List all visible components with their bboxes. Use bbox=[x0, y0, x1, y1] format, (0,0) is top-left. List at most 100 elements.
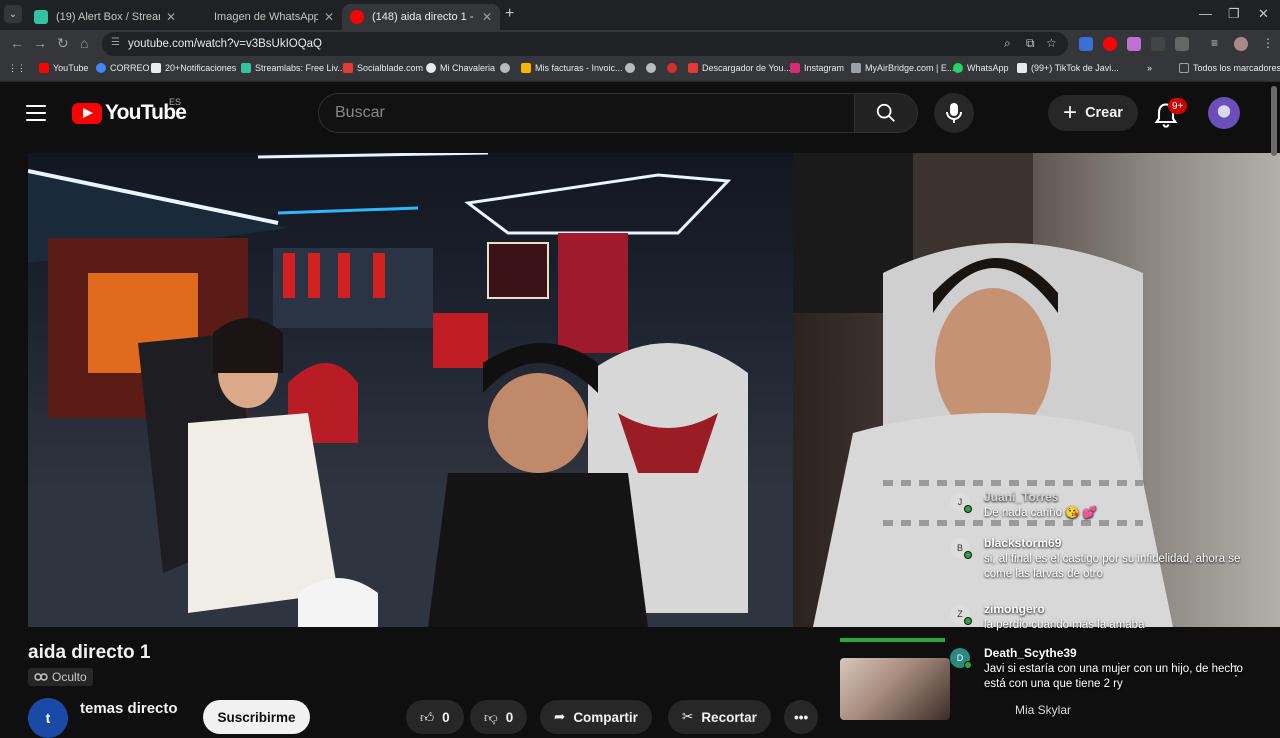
studio-scene-illustration bbox=[28, 153, 793, 627]
streamlabs-favicon-icon bbox=[34, 10, 48, 24]
forward-arrow-icon[interactable]: → bbox=[33, 35, 47, 51]
extension-icon[interactable] bbox=[1151, 37, 1165, 51]
plus-icon: + bbox=[1063, 99, 1078, 126]
account-avatar[interactable] bbox=[1208, 97, 1240, 129]
bookmark-tiktok[interactable]: (99+) TikTok de Javi... bbox=[1017, 63, 1119, 73]
new-tab-button[interactable]: + bbox=[505, 5, 514, 23]
home-icon[interactable]: ⌂ bbox=[80, 35, 88, 51]
apps-grid-icon[interactable]: ⋮⋮ bbox=[8, 63, 26, 74]
globe-icon[interactable] bbox=[500, 63, 514, 73]
privacy-badge: Oculto bbox=[28, 668, 93, 686]
close-tab-icon[interactable]: ✕ bbox=[166, 10, 176, 24]
bookmark-streamlabs[interactable]: Streamlabs: Free Liv... bbox=[241, 63, 345, 73]
clip-button[interactable]: ✂ Recortar bbox=[668, 700, 771, 734]
search-button[interactable] bbox=[854, 93, 918, 133]
like-button[interactable]: 👍︎ 0 bbox=[406, 700, 464, 734]
share-button[interactable]: ➦ Compartir bbox=[540, 700, 652, 734]
close-window-icon[interactable]: ✕ bbox=[1258, 6, 1269, 22]
share-label: Compartir bbox=[573, 709, 638, 725]
thumbs-up-icon: 👍︎ bbox=[420, 709, 435, 725]
browser-menu-icon[interactable]: ⋮ bbox=[1262, 36, 1274, 50]
profile-avatar-icon[interactable] bbox=[1234, 37, 1248, 51]
bookmark-youtube[interactable]: YouTube bbox=[39, 63, 88, 73]
extensions-puzzle-icon[interactable] bbox=[1175, 37, 1189, 51]
channel-avatar-initial: t bbox=[45, 710, 51, 726]
progress-accent-bar bbox=[840, 638, 945, 642]
browser-tab-youtube[interactable]: (148) aida directo 1 - YouTube ✕ bbox=[342, 4, 500, 30]
restore-window-icon[interactable]: ❐ bbox=[1228, 6, 1240, 22]
back-arrow-icon[interactable]: ← bbox=[10, 35, 24, 51]
youtube-logo[interactable]: YouTube ES bbox=[72, 97, 187, 125]
chat-avatar: Z bbox=[950, 604, 972, 625]
bookmark-red-icon[interactable] bbox=[667, 63, 681, 73]
chat-avatar-initial: D bbox=[956, 653, 964, 663]
bookmark-mi-chavaleria[interactable]: Mi Chavaleria bbox=[426, 63, 495, 73]
close-tab-icon[interactable]: ✕ bbox=[324, 10, 334, 24]
tiktok-icon bbox=[1017, 63, 1027, 73]
minimize-window-icon[interactable]: — bbox=[1199, 6, 1212, 21]
all-bookmarks-folder[interactable]: Todos los marcadores bbox=[1179, 63, 1280, 73]
bookmark-star-icon[interactable]: ☆ bbox=[1046, 36, 1057, 50]
dislike-button[interactable]: 👎︎ 0 bbox=[470, 700, 528, 734]
create-label: Crear bbox=[1085, 105, 1123, 121]
reading-list-icon[interactable]: ≡ bbox=[1211, 36, 1218, 50]
extension-icon[interactable] bbox=[1127, 37, 1141, 51]
video-frame-left-scene bbox=[28, 153, 793, 627]
globe-icon bbox=[426, 63, 436, 73]
extension-icon[interactable] bbox=[1103, 37, 1117, 51]
globe-icon bbox=[625, 63, 635, 73]
bookmark-descargador[interactable]: Descargador de You... bbox=[688, 63, 791, 73]
youtube-masthead: YouTube ES Buscar + Crear 9+ bbox=[0, 83, 1280, 145]
search-icon bbox=[876, 103, 895, 122]
channel-name[interactable]: temas directo bbox=[80, 700, 178, 717]
more-actions-icon[interactable]: ⋮ bbox=[1229, 662, 1243, 679]
bookmark-instagram[interactable]: Instagram bbox=[790, 63, 844, 73]
bookmark-label: WhatsApp bbox=[967, 63, 1009, 73]
browser-tab-whatsapp-image[interactable]: Imagen de WhatsApp 2026-01 ✕ bbox=[184, 4, 342, 30]
related-video-thumbnail[interactable] bbox=[840, 658, 950, 720]
voice-search-button[interactable] bbox=[934, 93, 974, 133]
video-title: aida directo 1 bbox=[28, 642, 151, 663]
chat-text: si, al final es el castigo por su infide… bbox=[984, 553, 1241, 580]
browser-toolbar: ← → ↻ ⌂ ☰ youtube.com/watch?v=v3BsUkIOQa… bbox=[0, 30, 1280, 58]
reload-icon[interactable]: ↻ bbox=[57, 35, 69, 52]
tab-title: Imagen de WhatsApp 2026-01 bbox=[214, 11, 318, 23]
close-tab-icon[interactable]: ✕ bbox=[482, 10, 492, 24]
extension-icon[interactable] bbox=[1079, 37, 1093, 51]
bookmark-whatsapp[interactable]: WhatsApp bbox=[953, 63, 1009, 73]
bookmark-label: Descargador de You... bbox=[702, 63, 792, 73]
search-input[interactable]: Buscar bbox=[318, 93, 854, 133]
bookmark-socialblade[interactable]: Socialblade.com bbox=[343, 63, 423, 73]
browser-tab-streamlabs[interactable]: (19) Alert Box / Streamlabs ✕ bbox=[26, 4, 184, 30]
bookmark-x-notificaciones[interactable]: 20+Notificaciones bbox=[151, 63, 236, 73]
bookmark-myairbridge[interactable]: MyAirBridge.com | E... bbox=[851, 63, 954, 73]
chat-avatar-initial: J bbox=[957, 497, 963, 507]
instagram-icon bbox=[790, 63, 800, 73]
site-info-icon[interactable]: ☰ bbox=[111, 37, 120, 48]
chat-avatar-initial: Z bbox=[957, 609, 963, 619]
related-video-author[interactable]: Mia Skylar bbox=[1015, 703, 1071, 717]
bookmark-label: 20+Notificaciones bbox=[165, 63, 237, 73]
globe-icon[interactable] bbox=[625, 63, 639, 73]
subscribe-button[interactable]: Suscribirme bbox=[203, 700, 310, 734]
zoom-search-icon[interactable]: ⌕ bbox=[1004, 36, 1011, 51]
globe-icon[interactable] bbox=[646, 63, 660, 73]
bookmark-mis-facturas[interactable]: Mis facturas - Invoic... bbox=[521, 63, 623, 73]
address-bar[interactable]: ☰ youtube.com/watch?v=v3BsUkIOQaQ bbox=[102, 32, 1068, 56]
bookmark-label: (99+) TikTok de Javi... bbox=[1031, 63, 1119, 73]
member-badge-icon bbox=[964, 505, 972, 513]
share-arrow-icon: ➦ bbox=[554, 709, 566, 724]
tab-title: (148) aida directo 1 - YouTube bbox=[372, 11, 476, 23]
create-button[interactable]: + Crear bbox=[1048, 95, 1138, 131]
tab-search-button[interactable]: ⌄ bbox=[4, 5, 22, 23]
page-scrollbar[interactable] bbox=[1271, 86, 1277, 156]
bookmarks-overflow-icon[interactable]: » bbox=[1147, 63, 1152, 73]
bookmark-correo[interactable]: CORREO bbox=[96, 63, 150, 73]
folder-icon bbox=[1179, 63, 1189, 73]
guide-menu-icon[interactable] bbox=[26, 105, 46, 121]
more-actions-button[interactable]: ••• bbox=[784, 700, 819, 734]
channel-avatar[interactable]: t bbox=[28, 698, 68, 738]
streamlabs-icon bbox=[241, 63, 251, 73]
bookmark-label: YouTube bbox=[53, 63, 89, 73]
screenshot-icon[interactable]: ⧉ bbox=[1026, 36, 1035, 51]
